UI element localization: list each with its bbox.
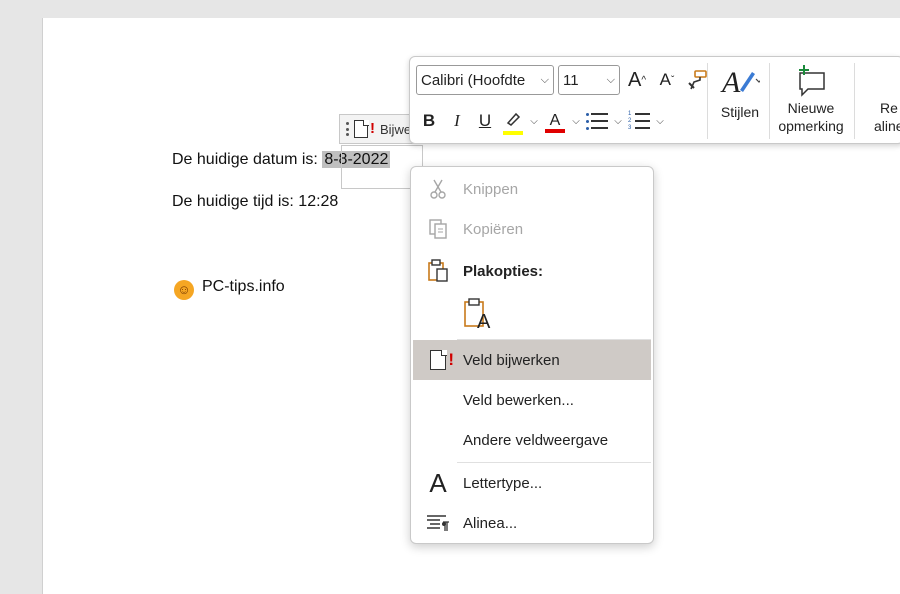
menu-item-label: Veld bijwerken bbox=[463, 351, 560, 369]
chevron-down-icon: ⌵ bbox=[606, 73, 615, 86]
menu-item-copy[interactable]: Kopiëren bbox=[413, 209, 651, 249]
paragraph-button-partial[interactable]: Re alinea bbox=[860, 99, 900, 135]
caret-up-icon: ^ bbox=[641, 74, 647, 86]
styles-icon: A bbox=[720, 63, 760, 99]
styles-button[interactable]: A Stijlen bbox=[716, 63, 764, 121]
update-field-icon: ! bbox=[354, 119, 375, 138]
svg-text:A: A bbox=[720, 66, 741, 98]
shrink-font-button[interactable]: Aˇ bbox=[654, 66, 680, 94]
font-color-dropdown-chevron-icon[interactable]: ⌵ bbox=[570, 116, 582, 127]
new-comment-button[interactable]: Nieuwe opmerking bbox=[772, 63, 850, 135]
clipboard-icon bbox=[413, 259, 463, 283]
site-text: PC-tips.info bbox=[202, 278, 285, 295]
update-field-icon: ! bbox=[413, 349, 463, 370]
highlighter-pen-icon bbox=[506, 112, 521, 126]
font-size-select[interactable]: 11 ⌵ bbox=[558, 65, 620, 95]
highlight-dropdown-chevron-icon[interactable]: ⌵ bbox=[528, 116, 540, 127]
grow-font-button[interactable]: A ^ bbox=[624, 66, 650, 94]
menu-item-label: Knippen bbox=[463, 180, 519, 198]
font-color-letter: A bbox=[549, 112, 561, 129]
mini-toolbar: Calibri (Hoofdte ⌵ 11 ⌵ A ^ Aˇ B I U ⌵ A… bbox=[409, 56, 900, 144]
shrink-font-icon: A bbox=[659, 70, 671, 89]
bullets-dropdown-chevron-icon[interactable]: ⌵ bbox=[612, 116, 624, 127]
menu-item-toggle-field-codes[interactable]: Andere veldweergave bbox=[413, 420, 651, 460]
italic-button[interactable]: I bbox=[444, 107, 470, 135]
paste-text-only-icon: A bbox=[463, 297, 493, 333]
numbering-dropdown-chevron-icon[interactable]: ⌵ bbox=[654, 116, 666, 127]
highlighter-icon bbox=[502, 111, 524, 135]
underline-button[interactable]: U bbox=[472, 107, 498, 135]
toolbar-divider bbox=[707, 63, 708, 139]
menu-item-cut[interactable]: Knippen bbox=[413, 169, 651, 209]
paste-keep-text-only-button[interactable]: A bbox=[413, 291, 651, 337]
update-field-tag-label: Bijwe bbox=[380, 121, 412, 137]
paragraph-label-1: Re bbox=[880, 100, 898, 116]
bullets-icon bbox=[586, 112, 608, 130]
new-comment-label-1: Nieuwe bbox=[787, 100, 835, 116]
toolbar-divider bbox=[769, 63, 770, 139]
menu-header-paste-options: Plakopties: bbox=[413, 251, 651, 291]
paragraph-label-2: alinea bbox=[874, 118, 900, 134]
font-color-bar bbox=[545, 129, 565, 133]
new-comment-icon bbox=[794, 63, 828, 99]
paragraph-icon bbox=[413, 514, 463, 532]
menu-item-label: Andere veldweergave bbox=[463, 431, 609, 449]
copy-icon bbox=[413, 218, 463, 240]
menu-item-label: Lettertype... bbox=[463, 474, 543, 492]
menu-item-label: Plakopties: bbox=[463, 262, 544, 280]
menu-item-label: Kopiëren bbox=[463, 220, 524, 238]
new-comment-label-2: opmerking bbox=[778, 118, 844, 134]
bullets-button[interactable] bbox=[584, 107, 610, 135]
paste-option-letter: A bbox=[477, 311, 491, 333]
context-menu: Knippen Kopiëren Plakopties: A ! Veld bi… bbox=[410, 166, 654, 544]
grip-icon bbox=[344, 122, 350, 136]
font-icon: A bbox=[413, 468, 463, 499]
font-color-button[interactable]: A bbox=[542, 107, 568, 135]
time-line[interactable]: De huidige tijd is: 12:28 bbox=[172, 193, 338, 211]
menu-item-font[interactable]: A Lettertype... bbox=[413, 463, 651, 503]
highlight-button[interactable] bbox=[500, 107, 526, 135]
format-painter-icon bbox=[688, 70, 707, 90]
numbering-icon: 123 bbox=[628, 111, 650, 131]
smiley-emoji-icon: ☺ bbox=[174, 280, 194, 300]
caret-down-icon: ˇ bbox=[671, 74, 675, 86]
font-icon-letter: A bbox=[429, 467, 447, 498]
toolbar-divider bbox=[854, 63, 855, 139]
font-size-value: 11 bbox=[563, 71, 579, 89]
scissors-icon bbox=[413, 179, 463, 199]
styles-label: Stijlen bbox=[720, 104, 760, 120]
grow-font-icon: A bbox=[627, 68, 642, 91]
menu-item-label: Alinea... bbox=[463, 514, 518, 532]
bold-button[interactable]: B bbox=[416, 107, 442, 135]
numbering-button[interactable]: 123 bbox=[626, 107, 652, 135]
font-name-value: Calibri (Hoofdte bbox=[421, 71, 526, 89]
chevron-down-icon: ⌵ bbox=[540, 73, 549, 86]
menu-item-label: Veld bewerken... bbox=[463, 391, 574, 409]
font-name-select[interactable]: Calibri (Hoofdte ⌵ bbox=[416, 65, 554, 95]
font-color-icon: A bbox=[544, 112, 566, 133]
site-line[interactable]: ☺ PC-tips.info bbox=[174, 278, 285, 300]
menu-item-edit-field[interactable]: Veld bewerken... bbox=[413, 380, 651, 420]
menu-item-paragraph[interactable]: Alinea... bbox=[413, 503, 651, 543]
date-line-prefix: De huidige datum is: bbox=[172, 151, 318, 168]
menu-item-update-field[interactable]: ! Veld bijwerken bbox=[413, 340, 651, 380]
highlight-color-bar bbox=[503, 130, 523, 135]
